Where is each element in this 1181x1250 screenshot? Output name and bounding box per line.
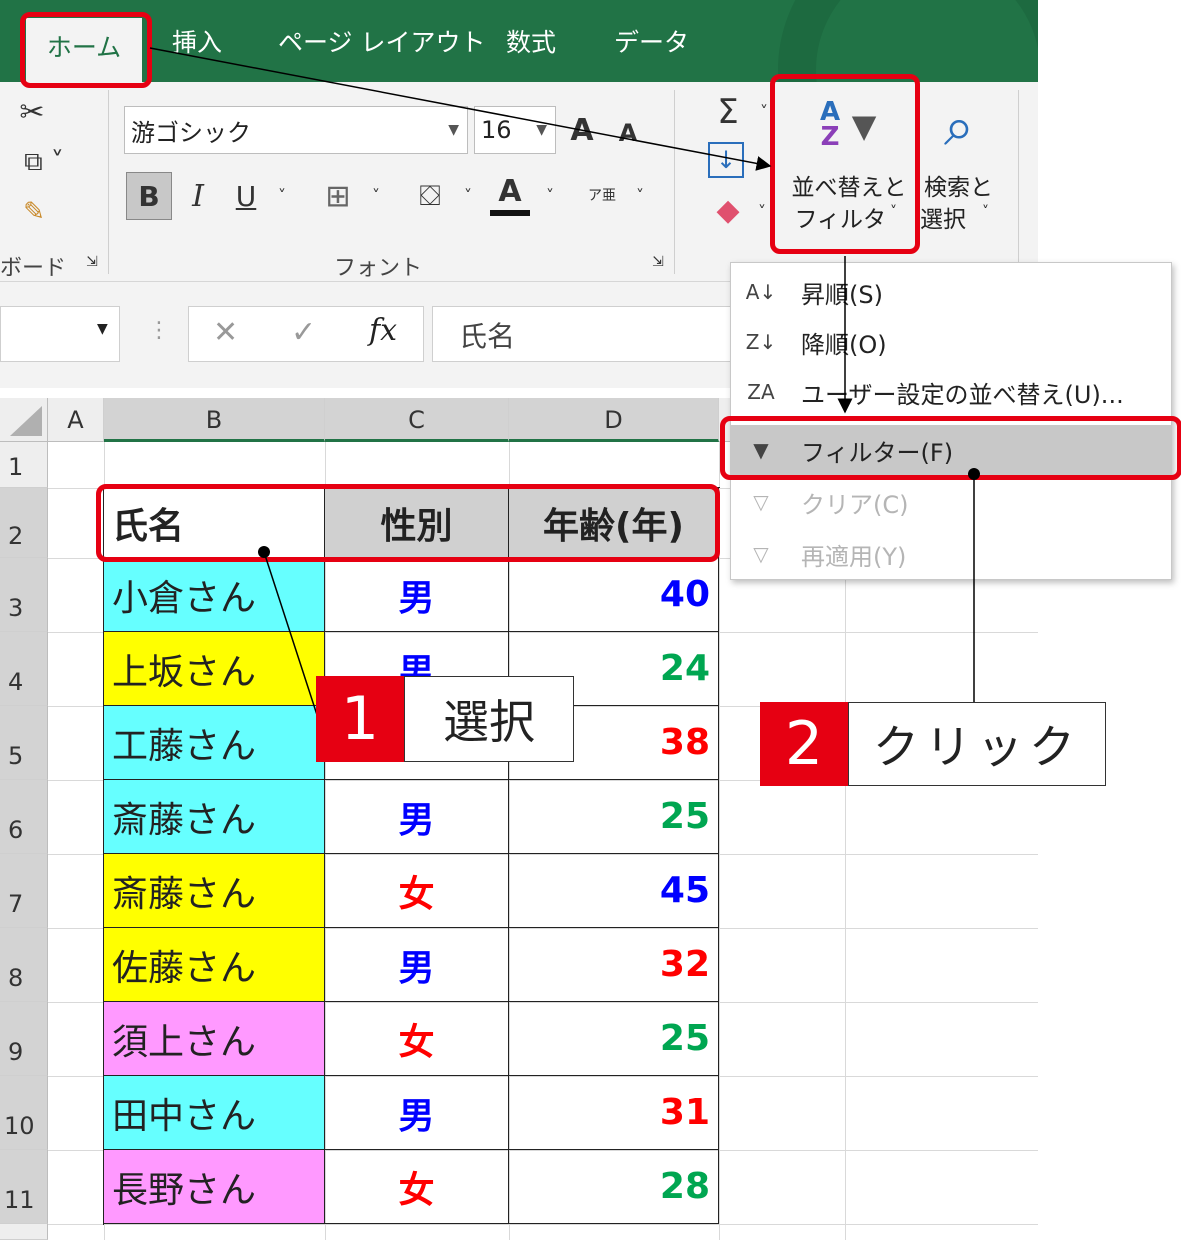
- step1-label: 選択: [404, 676, 574, 762]
- leader-dot-step2: [968, 468, 980, 480]
- arrow-home-to-sort: [149, 47, 772, 171]
- leader-dot-step1: [258, 546, 270, 558]
- leader-line-step1: [263, 551, 319, 719]
- step2-number: 2: [760, 702, 848, 786]
- step2-label: クリック: [848, 702, 1106, 786]
- step1-number: 1: [316, 676, 404, 762]
- annotation-arrows: [149, 47, 980, 719]
